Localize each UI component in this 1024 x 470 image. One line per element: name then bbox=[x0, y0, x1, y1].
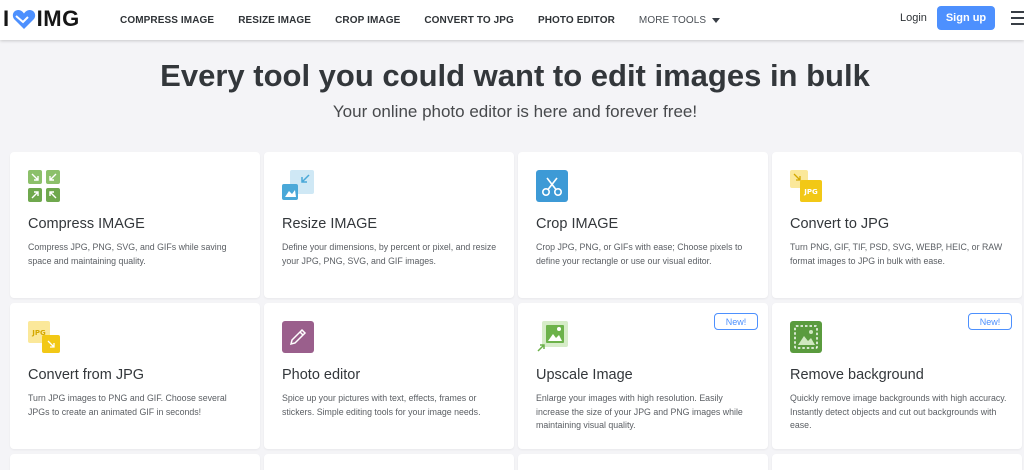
upscale-icon bbox=[537, 321, 568, 352]
resize-icon bbox=[282, 170, 314, 200]
nav-resize-image[interactable]: RESIZE IMAGE bbox=[238, 15, 311, 26]
nav-photo-editor[interactable]: PHOTO EDITOR bbox=[538, 15, 615, 26]
tool-description: Quickly remove image backgrounds with hi… bbox=[790, 393, 1007, 430]
page-subtitle: Your online photo editor is here and for… bbox=[332, 102, 698, 121]
page-title: Every tool you could want to edit images… bbox=[160, 58, 870, 93]
tool-card-partial[interactable] bbox=[264, 454, 514, 470]
nav-compress-image[interactable]: COMPRESS IMAGE bbox=[120, 15, 214, 26]
top-navbar: I IMG COMPRESS IMAGE RESIZE IMAGE CROP I… bbox=[0, 0, 1024, 40]
pencil-icon bbox=[282, 321, 314, 353]
jpg-label: JPG bbox=[803, 188, 818, 196]
tool-description: Compress JPG, PNG, SVG, and GIFs while s… bbox=[28, 242, 227, 266]
logo-text-right: IMG bbox=[36, 6, 80, 31]
tool-title: Compress IMAGE bbox=[28, 216, 145, 232]
tool-title: Convert to JPG bbox=[790, 216, 890, 232]
tool-description: Spice up your pictures with text, effect… bbox=[282, 393, 481, 417]
tool-title: Crop IMAGE bbox=[536, 216, 619, 232]
tool-description: Turn PNG, GIF, TIF, PSD, SVG, WEBP, HEIC… bbox=[790, 242, 1003, 266]
heart-icon bbox=[12, 9, 35, 29]
compress-icon bbox=[28, 170, 60, 202]
logo-text-left: I bbox=[3, 6, 10, 31]
tool-card-crop[interactable]: Crop IMAGE Crop JPG, PNG, or GIFs with e… bbox=[518, 152, 768, 298]
tool-card-partial[interactable] bbox=[772, 454, 1022, 470]
more-tools-label: MORE TOOLS bbox=[638, 14, 707, 26]
tool-card-photo-editor[interactable]: Photo editor Spice up your pictures with… bbox=[264, 303, 514, 449]
login-link[interactable]: Login bbox=[900, 12, 927, 24]
hamburger-menu-icon[interactable] bbox=[1011, 11, 1024, 25]
scissors-icon bbox=[536, 170, 568, 202]
tool-card-convert-to-jpg[interactable]: JPG Convert to JPG Turn PNG, GIF, TIF, P… bbox=[772, 152, 1022, 298]
tool-title: Convert from JPG bbox=[28, 367, 145, 383]
nav-crop-image[interactable]: CROP IMAGE bbox=[335, 15, 400, 26]
remove-background-icon bbox=[790, 321, 822, 353]
tool-card-resize[interactable]: Resize IMAGE Define your dimensions, by … bbox=[264, 152, 514, 298]
signup-button[interactable]: Sign up bbox=[937, 6, 995, 30]
tool-card-remove-background[interactable]: New! Remove background Quickly remove im… bbox=[772, 303, 1022, 449]
tool-card-compress[interactable]: Compress IMAGE Compress JPG, PNG, SVG, a… bbox=[10, 152, 260, 298]
new-badge: New! bbox=[714, 313, 758, 330]
nav-convert-to-jpg[interactable]: CONVERT TO JPG bbox=[424, 15, 514, 26]
tool-title: Upscale Image bbox=[536, 367, 633, 383]
tool-card-upscale[interactable]: New! Upscale Image Enlarge your images w… bbox=[518, 303, 768, 449]
convert-from-jpg-icon: JPG bbox=[28, 321, 60, 353]
tool-card-partial[interactable] bbox=[10, 454, 260, 470]
tool-title: Resize IMAGE bbox=[282, 216, 378, 232]
tool-title: Photo editor bbox=[282, 367, 361, 383]
tool-description: Enlarge your images with high resolution… bbox=[536, 393, 743, 430]
ilovesimg-logo[interactable]: I IMG bbox=[3, 6, 80, 32]
convert-to-jpg-icon: JPG bbox=[790, 170, 822, 202]
new-badge: New! bbox=[968, 313, 1012, 330]
tool-description: Crop JPG, PNG, or GIFs with ease; Choose… bbox=[536, 242, 743, 266]
caret-down-icon bbox=[712, 17, 721, 23]
tool-description: Define your dimensions, by percent or pi… bbox=[282, 242, 497, 266]
tool-card-partial[interactable] bbox=[518, 454, 768, 470]
tool-title: Remove background bbox=[790, 367, 924, 383]
tool-description: Turn JPG images to PNG and GIF. Choose s… bbox=[28, 393, 227, 417]
main-nav: COMPRESS IMAGE RESIZE IMAGE CROP IMAGE C… bbox=[120, 0, 744, 40]
nav-more-tools[interactable]: MORE TOOLS bbox=[638, 14, 721, 26]
tool-card-convert-from-jpg[interactable]: JPG Convert from JPG Turn JPG images to … bbox=[10, 303, 260, 449]
